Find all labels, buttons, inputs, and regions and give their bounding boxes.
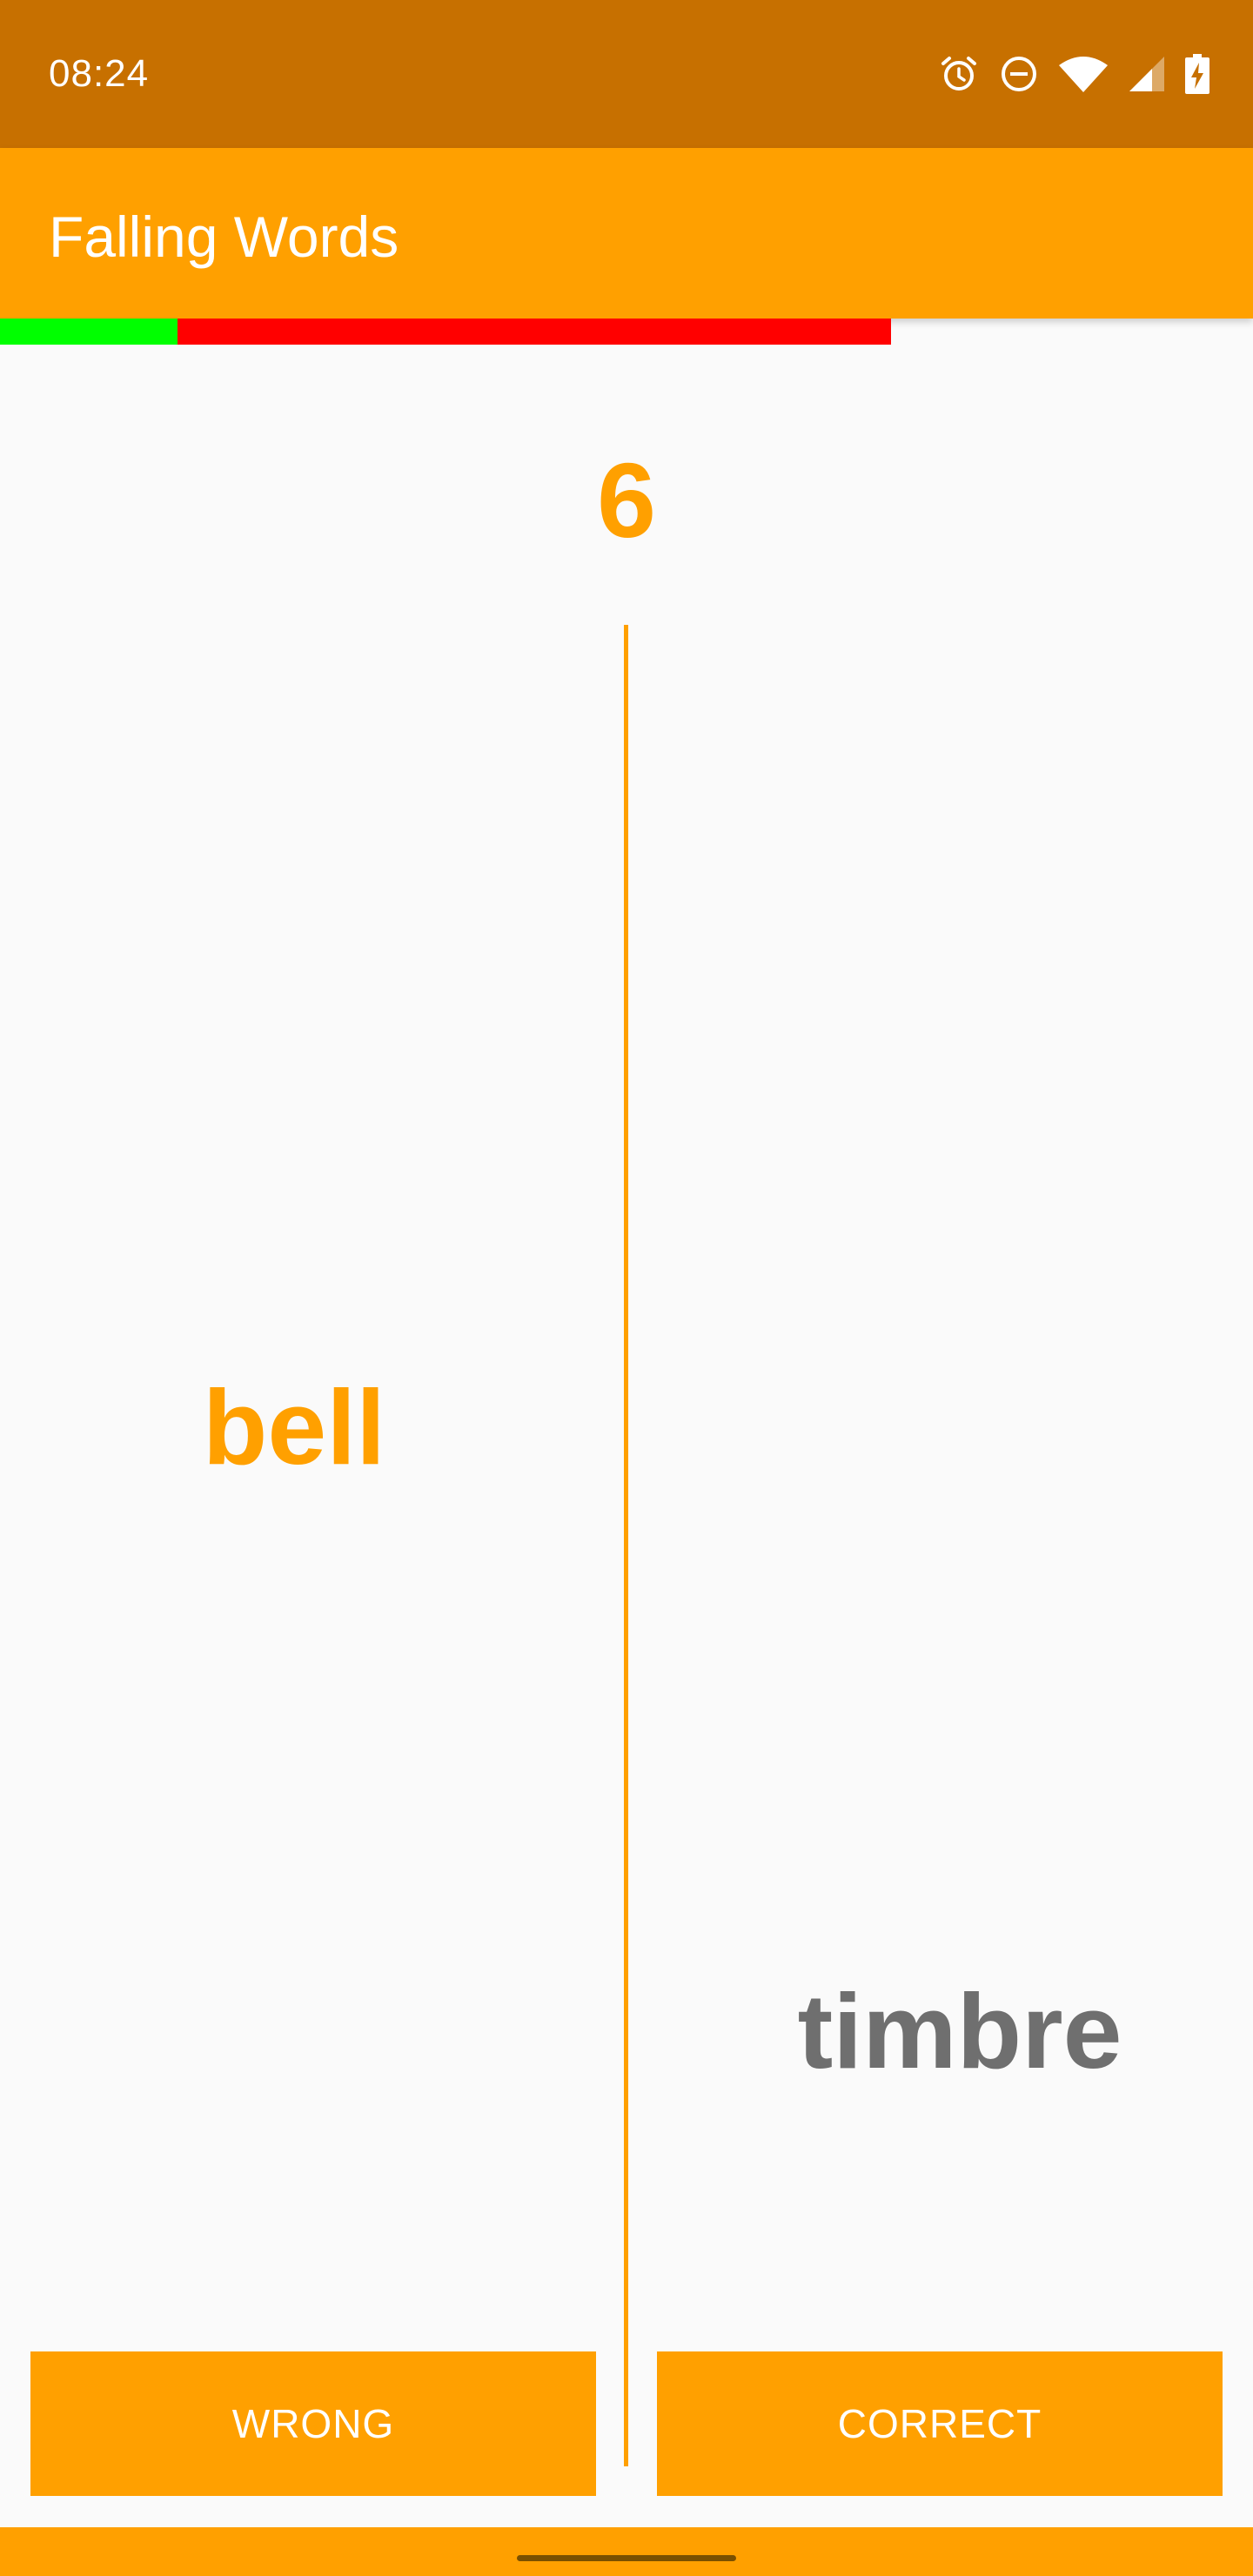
translation-word: timbre — [797, 1972, 1122, 2090]
score-progress-bar — [0, 319, 1253, 345]
countdown-counter: 6 — [597, 441, 656, 560]
home-gesture-handle[interactable] — [517, 2555, 736, 2561]
correct-button[interactable]: CORRECT — [657, 2351, 1223, 2496]
center-divider — [624, 625, 628, 2466]
app-title: Falling Words — [49, 205, 399, 269]
app-bar: Falling Words — [0, 148, 1253, 319]
status-icons — [938, 50, 1209, 97]
battery-charging-icon — [1185, 54, 1209, 94]
correct-progress-segment — [0, 319, 178, 345]
wrong-button[interactable]: WRONG — [30, 2351, 596, 2496]
wrong-progress-segment — [178, 319, 891, 345]
status-bar: 08:24 — [0, 0, 1253, 148]
status-time: 08:24 — [49, 52, 150, 95]
alarm-icon — [941, 57, 976, 91]
navigation-bar — [0, 2527, 1253, 2576]
do-not-disturb-icon — [1002, 57, 1036, 91]
cellular-signal-icon — [1129, 57, 1164, 91]
falling-word: bell — [202, 1368, 386, 1486]
wifi-icon — [1059, 57, 1108, 92]
